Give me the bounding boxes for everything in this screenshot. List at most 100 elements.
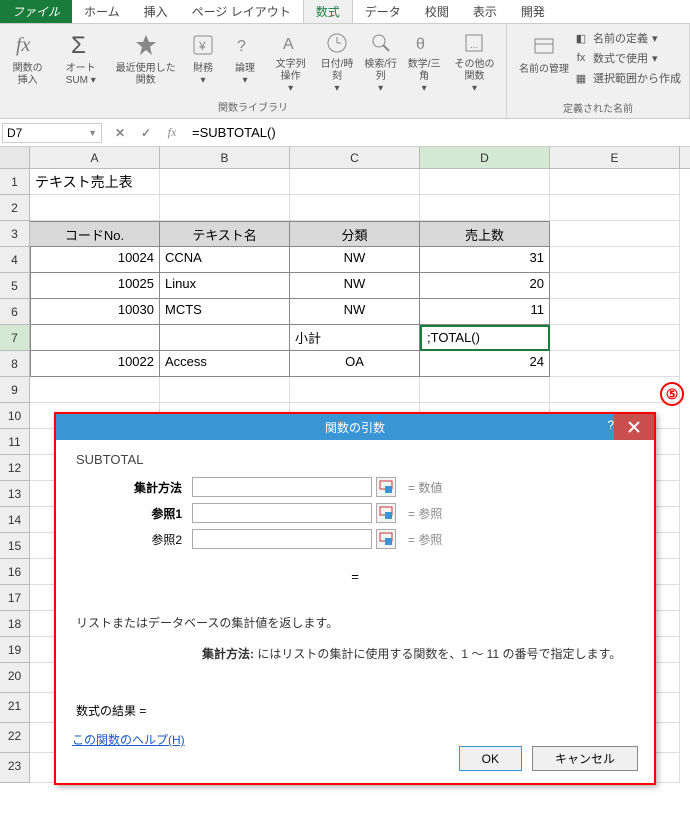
cell[interactable]: テキスト売上表: [30, 169, 160, 195]
name-box[interactable]: D7▼: [2, 123, 102, 143]
cell[interactable]: [160, 169, 290, 195]
cell[interactable]: Linux: [160, 273, 290, 299]
col-header-c[interactable]: C: [290, 147, 420, 168]
col-header-d[interactable]: D: [420, 147, 550, 168]
cell[interactable]: [550, 325, 680, 351]
cell[interactable]: [550, 299, 680, 325]
enter-icon[interactable]: ✓: [136, 123, 156, 143]
row-header[interactable]: 4: [0, 247, 30, 273]
fx-icon[interactable]: fx: [162, 123, 182, 143]
math-button[interactable]: θ 数学/三角▾: [403, 27, 445, 97]
define-name-button[interactable]: ◧名前の定義 ▾: [573, 28, 681, 48]
recently-used-button[interactable]: 最近使用した関数: [110, 27, 181, 97]
cell[interactable]: 10025: [30, 273, 160, 299]
cell[interactable]: 10022: [30, 351, 160, 377]
cell[interactable]: NW: [290, 247, 420, 273]
autosum-button[interactable]: Σ オートSUM ▾: [53, 27, 108, 97]
row-header[interactable]: 13: [0, 481, 30, 507]
row-header[interactable]: 7: [0, 325, 30, 351]
arg-input-ref2[interactable]: [192, 529, 372, 549]
financial-button[interactable]: ¥ 財務▾: [183, 27, 223, 97]
insert-function-button[interactable]: fx 関数の挿入: [4, 27, 51, 97]
tab-insert[interactable]: 挿入: [132, 0, 180, 23]
arg-input-ref1[interactable]: [192, 503, 372, 523]
row-header[interactable]: 22: [0, 723, 30, 753]
cell[interactable]: [290, 377, 420, 403]
ok-button[interactable]: OK: [459, 746, 522, 771]
range-picker-icon[interactable]: [376, 503, 396, 523]
cell[interactable]: OA: [290, 351, 420, 377]
function-help-link[interactable]: この関数のヘルプ(H): [72, 731, 185, 748]
row-header[interactable]: 16: [0, 559, 30, 585]
row-header[interactable]: 23: [0, 753, 30, 783]
cell[interactable]: [160, 325, 290, 351]
cell[interactable]: [160, 195, 290, 221]
cell[interactable]: [30, 195, 160, 221]
cell[interactable]: コードNo.: [30, 221, 160, 247]
cell[interactable]: [420, 377, 550, 403]
row-header[interactable]: 18: [0, 611, 30, 637]
use-in-formula-button[interactable]: fx数式で使用 ▾: [573, 48, 681, 68]
col-header-e[interactable]: E: [550, 147, 680, 168]
row-header[interactable]: 19: [0, 637, 30, 663]
cell[interactable]: 10030: [30, 299, 160, 325]
row-header[interactable]: 3: [0, 221, 30, 247]
cell[interactable]: [290, 169, 420, 195]
name-manager-button[interactable]: 名前の管理: [515, 28, 573, 98]
datetime-button[interactable]: 日付/時刻▾: [316, 27, 358, 97]
logical-button[interactable]: ? 論理▾: [225, 27, 265, 97]
row-header[interactable]: 5: [0, 273, 30, 299]
range-picker-icon[interactable]: [376, 529, 396, 549]
cell[interactable]: NW: [290, 273, 420, 299]
row-header[interactable]: 12: [0, 455, 30, 481]
range-picker-icon[interactable]: [376, 477, 396, 497]
cell[interactable]: 10024: [30, 247, 160, 273]
select-all-corner[interactable]: [0, 147, 30, 168]
cell[interactable]: [420, 169, 550, 195]
cell[interactable]: [550, 169, 680, 195]
row-header[interactable]: 9: [0, 377, 30, 403]
cell[interactable]: [30, 325, 160, 351]
row-header[interactable]: 20: [0, 663, 30, 693]
arg-input-function-num[interactable]: [192, 477, 372, 497]
cancel-button[interactable]: キャンセル: [532, 746, 638, 771]
col-header-a[interactable]: A: [30, 147, 160, 168]
cell[interactable]: [30, 377, 160, 403]
cell[interactable]: [550, 247, 680, 273]
dialog-title-bar[interactable]: 関数の引数 ?: [56, 414, 654, 440]
cell[interactable]: [160, 377, 290, 403]
close-icon[interactable]: [614, 414, 654, 440]
tab-file[interactable]: ファイル: [0, 0, 72, 23]
cancel-icon[interactable]: ✕: [110, 123, 130, 143]
tab-formulas[interactable]: 数式: [303, 0, 353, 23]
cell[interactable]: 小計: [290, 325, 420, 351]
row-header[interactable]: 11: [0, 429, 30, 455]
row-header[interactable]: 8: [0, 351, 30, 377]
tab-data[interactable]: データ: [353, 0, 413, 23]
row-header[interactable]: 2: [0, 195, 30, 221]
cell[interactable]: [550, 273, 680, 299]
tab-developer[interactable]: 開発: [509, 0, 557, 23]
col-header-b[interactable]: B: [160, 147, 290, 168]
more-functions-button[interactable]: ... その他の関数▾: [447, 27, 502, 97]
row-header[interactable]: 6: [0, 299, 30, 325]
active-cell[interactable]: ;TOTAL(): [420, 325, 550, 351]
tab-page-layout[interactable]: ページ レイアウト: [180, 0, 303, 23]
cell[interactable]: [420, 195, 550, 221]
cell[interactable]: 分類: [290, 221, 420, 247]
tab-review[interactable]: 校閲: [413, 0, 461, 23]
row-header[interactable]: 1: [0, 169, 30, 195]
cell[interactable]: [290, 195, 420, 221]
cell[interactable]: NW: [290, 299, 420, 325]
cell[interactable]: CCNA: [160, 247, 290, 273]
tab-view[interactable]: 表示: [461, 0, 509, 23]
cell[interactable]: [550, 351, 680, 377]
tab-home[interactable]: ホーム: [72, 0, 132, 23]
text-button[interactable]: A 文字列操作▾: [267, 27, 314, 97]
cell[interactable]: 31: [420, 247, 550, 273]
lookup-button[interactable]: 検索/行列▾: [360, 27, 402, 97]
cell[interactable]: [550, 221, 680, 247]
cell[interactable]: 20: [420, 273, 550, 299]
formula-input[interactable]: [188, 121, 690, 144]
cell[interactable]: テキスト名: [160, 221, 290, 247]
